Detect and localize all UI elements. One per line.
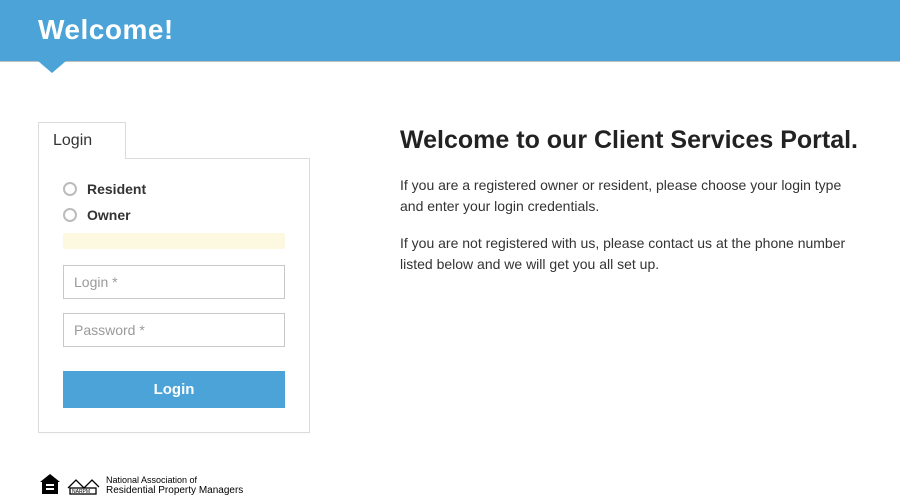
radio-owner[interactable]: Owner (63, 207, 285, 223)
header-bar: Welcome! (0, 0, 900, 62)
main-heading: Welcome to our Client Services Portal. (400, 126, 862, 155)
svg-text:NARPM: NARPM (72, 489, 90, 495)
login-button[interactable]: Login (63, 371, 285, 408)
login-tab[interactable]: Login (38, 122, 126, 159)
message-bar (63, 233, 285, 249)
narpm-logo: NARPM National Association of Residentia… (66, 476, 243, 496)
radio-resident[interactable]: Resident (63, 181, 285, 197)
login-input[interactable] (63, 265, 285, 299)
main-paragraph-1: If you are a registered owner or residen… (400, 175, 862, 217)
main-paragraph-2: If you are not registered with us, pleas… (400, 233, 862, 275)
content-area: Login Resident Owner Login Welcome to ou… (0, 62, 900, 433)
radio-icon (63, 182, 77, 196)
radio-icon (63, 208, 77, 222)
house-icon: NARPM (66, 476, 100, 496)
login-panel: Login Resident Owner Login (38, 122, 310, 433)
footer-logos: NARPM National Association of Residentia… (38, 472, 243, 496)
radio-label: Owner (87, 207, 131, 223)
narpm-text: National Association of Residential Prop… (106, 476, 243, 496)
login-form: Resident Owner Login (38, 158, 310, 433)
radio-label: Resident (87, 181, 146, 197)
page-title: Welcome! (0, 0, 900, 60)
main-copy: Welcome to our Client Services Portal. I… (400, 122, 862, 433)
equal-housing-icon (38, 472, 62, 496)
password-input[interactable] (63, 313, 285, 347)
narpm-line2: Residential Property Managers (106, 486, 243, 497)
